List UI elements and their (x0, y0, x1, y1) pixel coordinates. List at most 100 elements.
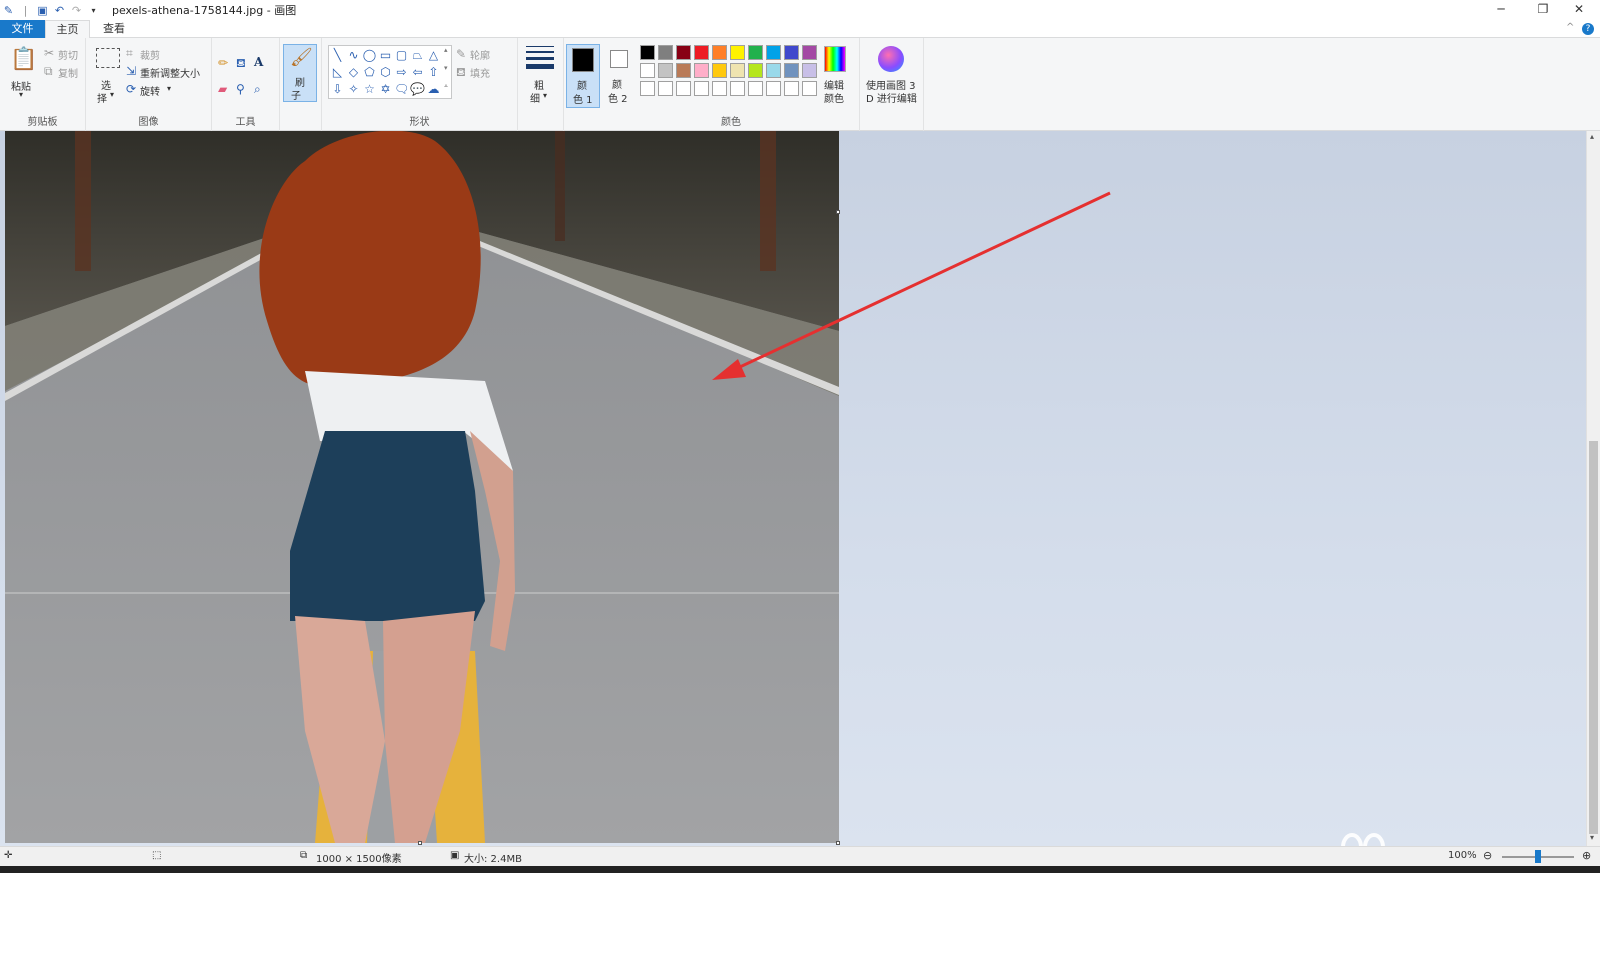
palette-color-swatch[interactable] (676, 45, 691, 60)
tab-home[interactable]: 主页 (45, 20, 90, 39)
cut-button[interactable]: 剪切 (58, 47, 78, 62)
palette-color-swatch[interactable] (658, 63, 673, 78)
size-dropdown-icon[interactable]: ▾ (543, 91, 547, 100)
left-arrow-shape-icon[interactable]: ⇦ (410, 65, 425, 80)
outline-button[interactable]: 轮廓 (470, 47, 490, 62)
palette-color-swatch[interactable] (676, 63, 691, 78)
color1-button[interactable]: 颜 色 1 (566, 44, 600, 108)
palette-color-swatch[interactable] (784, 63, 799, 78)
palette-color-swatch[interactable] (730, 63, 745, 78)
pencil-icon[interactable]: ✏ (218, 56, 228, 70)
palette-color-swatch[interactable] (640, 81, 655, 96)
canvas-area[interactable]: Bai du 经验 jingyan.baidu.com (0, 131, 1586, 964)
palette-color-swatch[interactable] (712, 45, 727, 60)
size-icon[interactable] (526, 46, 554, 69)
palette-color-swatch[interactable] (748, 81, 763, 96)
color-picker-icon[interactable]: ⚲ (236, 82, 245, 96)
resize-button[interactable]: 重新调整大小 (140, 65, 200, 80)
palette-color-swatch[interactable] (784, 45, 799, 60)
rounded-rectangle-shape-icon[interactable]: ▢ (394, 48, 409, 63)
palette-color-swatch[interactable] (694, 63, 709, 78)
select-icon[interactable] (96, 48, 120, 68)
zoom-in-icon[interactable]: ⊕ (1582, 849, 1591, 862)
zoom-out-icon[interactable]: ⊖ (1483, 849, 1492, 862)
four-point-star-shape-icon[interactable]: ✧ (346, 82, 361, 97)
select-dropdown-icon[interactable]: ▾ (110, 90, 114, 99)
right-triangle-shape-icon[interactable]: ◺ (330, 65, 345, 80)
help-icon[interactable]: ? (1582, 23, 1594, 35)
right-arrow-shape-icon[interactable]: ⇨ (394, 65, 409, 80)
palette-color-swatch[interactable] (784, 81, 799, 96)
palette-color-swatch[interactable] (676, 81, 691, 96)
palette-color-swatch[interactable] (730, 45, 745, 60)
close-button[interactable]: ✕ (1556, 0, 1600, 20)
palette-color-swatch[interactable] (766, 45, 781, 60)
zoom-slider-thumb[interactable] (1535, 850, 1541, 863)
polygon-shape-icon[interactable]: ⏢ (410, 48, 425, 63)
brushes-button[interactable]: 🖌 刷 子 (283, 44, 317, 102)
tab-view[interactable]: 查看 (92, 20, 136, 38)
palette-color-swatch[interactable] (802, 45, 817, 60)
palette-color-swatch[interactable] (640, 45, 655, 60)
eraser-icon[interactable]: ▰ (218, 82, 227, 96)
rotate-dropdown-icon[interactable]: ▾ (167, 84, 171, 93)
color2-button[interactable]: 颜 色 2 (602, 44, 636, 108)
collapse-ribbon-icon[interactable]: ^ (1566, 22, 1574, 33)
palette-color-swatch[interactable] (640, 63, 655, 78)
palette-color-swatch[interactable] (694, 81, 709, 96)
text-tool-icon[interactable]: A (254, 55, 263, 69)
paint3d-label-2[interactable]: D 进行编辑 (866, 90, 917, 105)
palette-color-swatch[interactable] (766, 63, 781, 78)
edit-colors-label-2[interactable]: 颜色 (824, 90, 844, 105)
fill-button[interactable]: 填充 (470, 65, 490, 80)
palette-color-swatch[interactable] (748, 45, 763, 60)
save-icon[interactable]: ▣ (36, 4, 49, 17)
undo-icon[interactable]: ↶ (53, 4, 66, 17)
palette-color-swatch[interactable] (694, 45, 709, 60)
minimize-button[interactable]: ─ (1478, 0, 1524, 20)
hexagon-shape-icon[interactable]: ⬡ (378, 65, 393, 80)
size-label-2[interactable]: 细 (530, 90, 540, 105)
shapes-scroll-down-icon[interactable]: ▾ (444, 64, 448, 72)
copy-button[interactable]: 复制 (58, 65, 78, 80)
scroll-down-icon[interactable]: ▾ (1590, 833, 1594, 842)
diamond-shape-icon[interactable]: ◇ (346, 65, 361, 80)
rectangle-shape-icon[interactable]: ▭ (378, 48, 393, 63)
tab-file[interactable]: 文件 (0, 20, 45, 38)
resize-handle-corner[interactable] (836, 841, 840, 845)
line-shape-icon[interactable]: ╲ (330, 48, 345, 63)
shapes-scroll-up-icon[interactable]: ▴ (444, 46, 448, 54)
palette-color-swatch[interactable] (802, 81, 817, 96)
resize-handle-bottom[interactable] (418, 841, 422, 845)
rotate-button[interactable]: 旋转 (140, 83, 160, 98)
up-arrow-shape-icon[interactable]: ⇧ (426, 65, 441, 80)
palette-color-swatch[interactable] (712, 63, 727, 78)
select-button-line2[interactable]: 择 (97, 90, 107, 105)
fill-bucket-icon[interactable]: ⛾ (236, 56, 246, 70)
down-arrow-shape-icon[interactable]: ⇩ (330, 82, 345, 97)
triangle-shape-icon[interactable]: △ (426, 48, 441, 63)
curve-shape-icon[interactable]: ∿ (346, 48, 361, 63)
customize-quick-access-icon[interactable]: ▾ (87, 4, 100, 17)
palette-color-swatch[interactable] (766, 81, 781, 96)
redo-icon[interactable]: ↷ (70, 4, 83, 17)
paint3d-icon[interactable] (878, 46, 904, 72)
palette-color-swatch[interactable] (748, 63, 763, 78)
palette-color-swatch[interactable] (730, 81, 745, 96)
six-point-star-shape-icon[interactable]: ✡ (378, 82, 393, 97)
palette-color-swatch[interactable] (712, 81, 727, 96)
cloud-callout-shape-icon[interactable]: ☁ (426, 82, 441, 97)
palette-color-swatch[interactable] (658, 81, 673, 96)
crop-button[interactable]: 裁剪 (140, 47, 160, 62)
palette-color-swatch[interactable] (658, 45, 673, 60)
paste-icon[interactable]: 📋 (10, 46, 37, 74)
paste-dropdown-icon[interactable]: ▾ (19, 90, 23, 99)
five-point-star-shape-icon[interactable]: ☆ (362, 82, 377, 97)
magnifier-icon[interactable]: ⌕ (254, 82, 261, 96)
rect-callout-shape-icon[interactable]: 🗨 (394, 82, 409, 97)
scroll-up-icon[interactable]: ▴ (1590, 132, 1594, 141)
oval-shape-icon[interactable]: ◯ (362, 48, 377, 63)
palette-color-swatch[interactable] (802, 63, 817, 78)
vertical-scrollbar[interactable]: ▴ ▾ (1586, 131, 1600, 846)
shapes-expand-icon[interactable]: ⩡ (444, 82, 448, 91)
